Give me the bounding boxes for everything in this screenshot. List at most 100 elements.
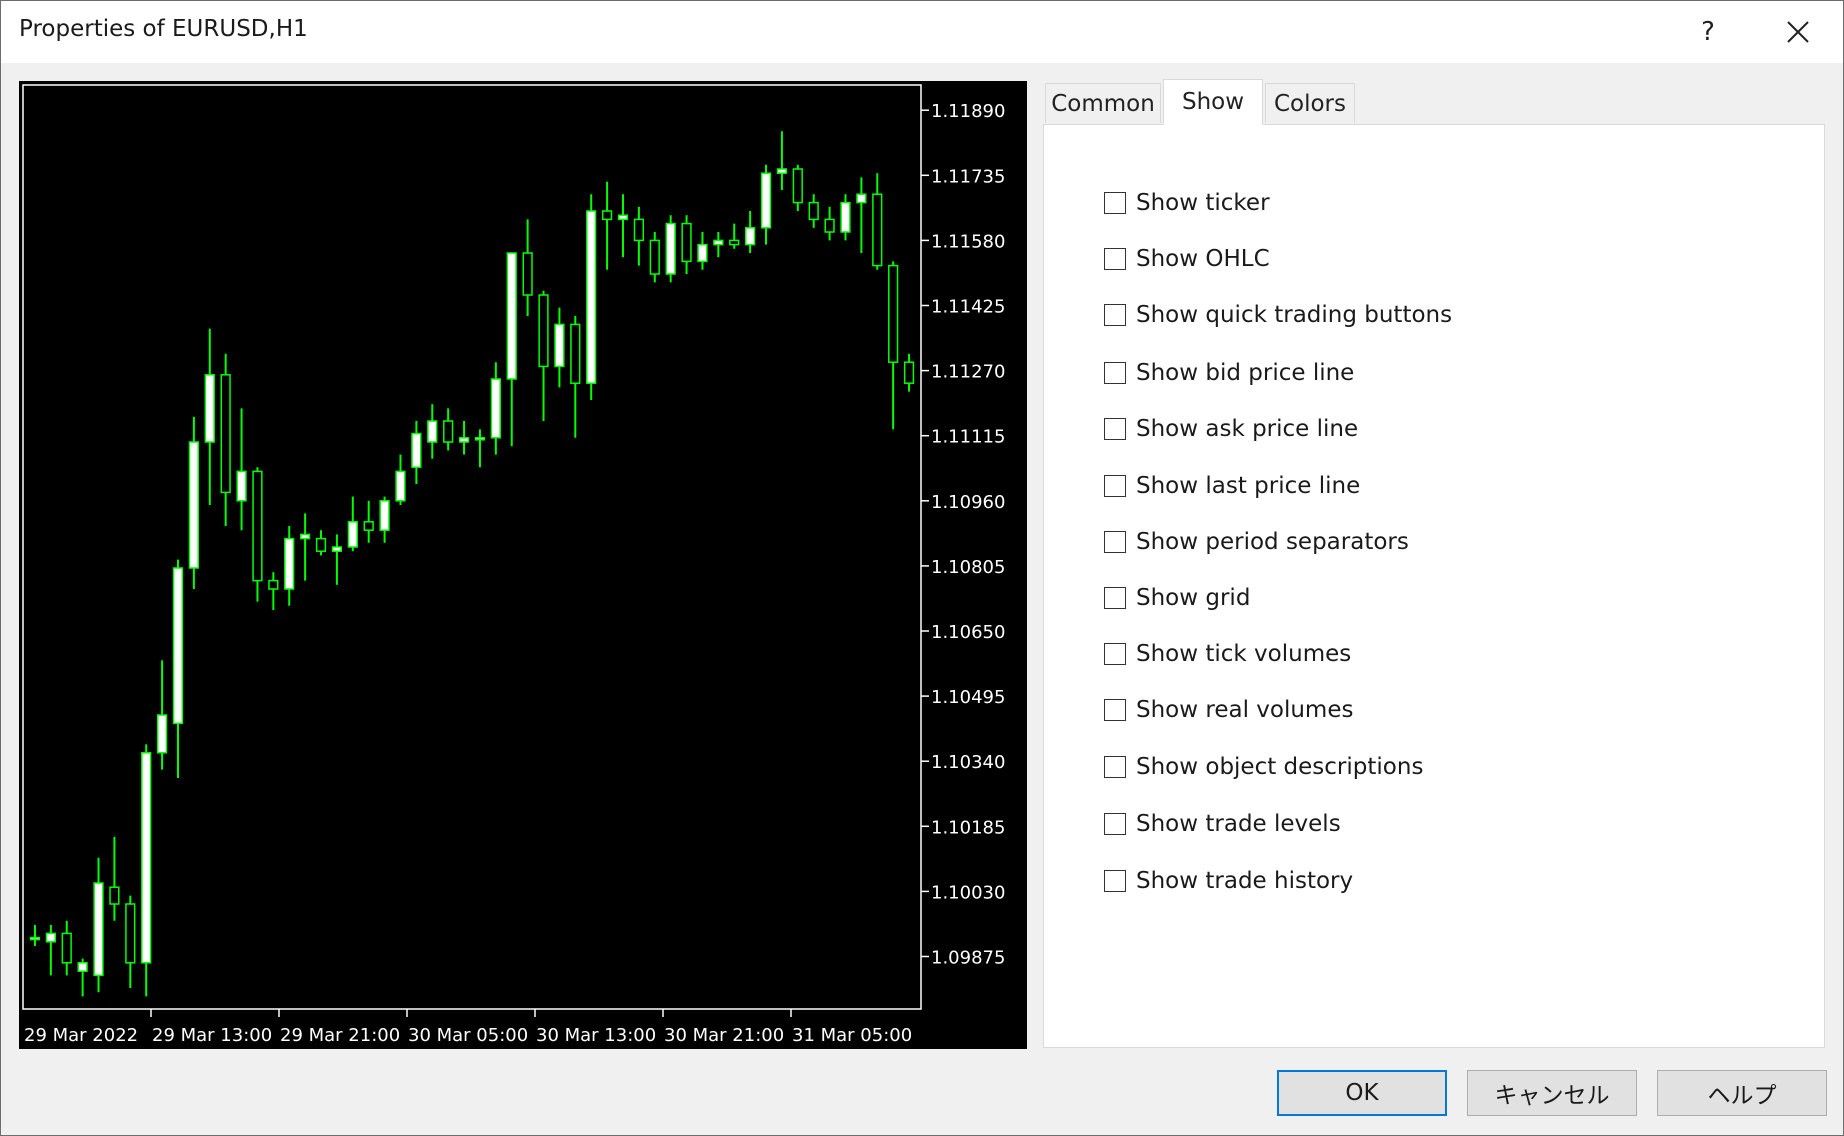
checkbox[interactable] [1104, 870, 1126, 892]
option-show-trade-history[interactable]: Show trade history [1104, 866, 1353, 896]
option-show-object-descriptions[interactable]: Show object descriptions [1104, 752, 1423, 782]
option-show-last-price-line[interactable]: Show last price line [1104, 471, 1360, 501]
close-button[interactable] [1763, 1, 1833, 63]
show-tab-panel: Show ticker Show OHLC Show quick trading… [1043, 124, 1825, 1048]
candle-body [824, 218, 835, 233]
candle-body [395, 470, 406, 502]
candle-body [156, 714, 168, 754]
option-label: Show trade history [1136, 868, 1354, 894]
candle-body [729, 239, 740, 246]
option-show-grid[interactable]: Show grid [1104, 583, 1250, 613]
candle-body [188, 441, 199, 569]
checkbox[interactable] [1104, 304, 1126, 326]
option-show-tick-volumes[interactable]: Show tick volumes [1104, 639, 1351, 669]
candle-body [220, 374, 231, 494]
plot-border [22, 84, 922, 1010]
checkbox[interactable] [1104, 587, 1126, 609]
window-title: Properties of EURUSD,H1 [19, 16, 308, 42]
checkbox[interactable] [1104, 643, 1126, 665]
x-tick-label: 29 Mar 2022 [24, 1025, 138, 1046]
candle-body [29, 936, 41, 941]
y-tick-label: 1.10805 [931, 557, 1005, 578]
close-icon [1787, 21, 1809, 43]
help-question-button[interactable]: ? [1673, 1, 1743, 63]
candle-body [300, 533, 311, 540]
candle-body [172, 567, 184, 725]
candle-body [45, 932, 56, 943]
title-bar: Properties of EURUSD,H1 ? [1, 1, 1843, 63]
candle-body [792, 168, 803, 204]
candle-body [141, 752, 152, 964]
option-show-ticker[interactable]: Show ticker [1104, 188, 1270, 218]
checkbox[interactable] [1104, 248, 1126, 270]
option-show-period-separators[interactable]: Show period separators [1104, 527, 1409, 557]
candle-body [538, 294, 549, 368]
candle-body [681, 222, 692, 263]
option-label: Show quick trading buttons [1136, 302, 1453, 328]
y-tick-label: 1.10185 [931, 817, 1005, 838]
tab-colors-label: Colors [1273, 90, 1347, 117]
candle-body [760, 172, 772, 229]
ok-button[interactable]: OK [1277, 1070, 1447, 1116]
option-label: Show OHLC [1136, 246, 1270, 272]
candle-body [93, 882, 104, 977]
tab-colors[interactable]: Colors [1265, 83, 1355, 123]
tab-show-label: Show [1181, 89, 1245, 115]
candle-body [888, 264, 899, 363]
candle-body [633, 218, 644, 242]
candle-body [745, 227, 756, 246]
candlestick-chart: 1.11890 1.11735 1.11580 1.11425 1.11270 1.111… [22, 84, 1005, 1046]
checkbox[interactable] [1104, 531, 1126, 553]
candle-body [872, 193, 883, 267]
checkbox[interactable] [1104, 475, 1126, 497]
candle-body [77, 962, 88, 972]
candle-body [427, 420, 438, 443]
x-tick-label: 30 Mar 21:00 [664, 1025, 784, 1046]
candle-body [713, 239, 724, 246]
checkbox[interactable] [1104, 418, 1126, 440]
y-tick-label: 1.11425 [931, 297, 1005, 318]
y-tick-label: 1.11890 [931, 101, 1005, 122]
option-show-quick-trading-buttons[interactable]: Show quick trading buttons [1104, 300, 1452, 330]
y-tick-label: 1.11270 [931, 362, 1005, 383]
candle-body [236, 470, 247, 502]
cancel-button[interactable]: キャンセル [1467, 1070, 1637, 1116]
x-tick-label: 30 Mar 13:00 [536, 1025, 656, 1046]
option-show-trade-levels[interactable]: Show trade levels [1104, 809, 1341, 839]
x-tick-label: 30 Mar 05:00 [408, 1025, 528, 1046]
option-label: Show grid [1136, 585, 1251, 611]
chart-preview: 1.11890 1.11735 1.11580 1.11425 1.11270 1.111… [19, 81, 1027, 1049]
tab-common[interactable]: Common [1045, 83, 1161, 123]
candle-body [649, 239, 660, 275]
option-label: Show tick volumes [1136, 641, 1352, 667]
checkbox[interactable] [1104, 362, 1126, 384]
tab-show[interactable]: Show [1163, 79, 1263, 125]
option-label: Show bid price line [1136, 360, 1355, 386]
question-icon: ? [1701, 17, 1715, 47]
properties-dialog: Properties of EURUSD,H1 ? 1.11890 1.11735… [0, 0, 1844, 1136]
candle-body [252, 470, 263, 582]
help-button[interactable]: ヘルプ [1657, 1070, 1827, 1116]
x-tick-label: 29 Mar 21:00 [280, 1025, 400, 1046]
option-label: Show trade levels [1136, 811, 1341, 837]
option-show-ohlc[interactable]: Show OHLC [1104, 244, 1270, 274]
option-show-real-volumes[interactable]: Show real volumes [1104, 695, 1353, 725]
option-label: Show ticker [1136, 190, 1270, 216]
candle-body [506, 252, 517, 380]
checkbox[interactable] [1104, 756, 1126, 778]
y-tick-label: 1.10650 [931, 622, 1005, 643]
y-tick-label: 1.11115 [931, 427, 1005, 448]
candle-body [856, 193, 867, 204]
y-tick-label: 1.11735 [931, 166, 1005, 187]
candle-body [617, 214, 629, 221]
candle-body [665, 222, 676, 275]
checkbox[interactable] [1104, 192, 1126, 214]
checkbox[interactable] [1104, 813, 1126, 835]
checkbox[interactable] [1104, 699, 1126, 721]
candle-body [331, 546, 343, 552]
option-show-bid-price-line[interactable]: Show bid price line [1104, 358, 1354, 388]
option-show-ask-price-line[interactable]: Show ask price line [1104, 414, 1358, 444]
y-tick-label: 1.10030 [931, 882, 1005, 903]
candle-body [204, 374, 215, 443]
y-tick-label: 1.09875 [931, 948, 1005, 969]
